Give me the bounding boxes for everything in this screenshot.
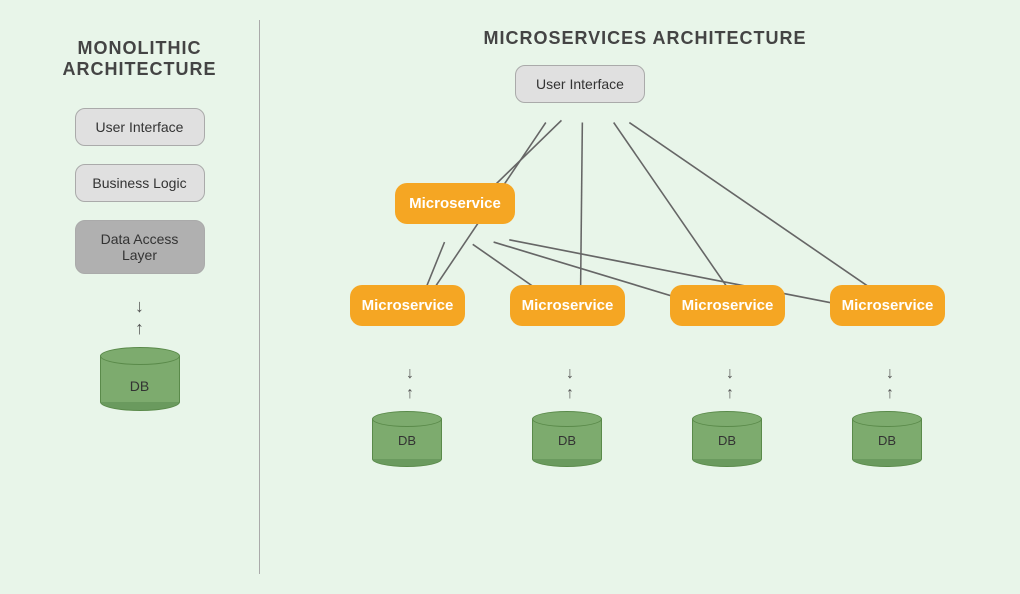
ms-ui-box: User Interface [515,65,645,103]
monolithic-title: MONOLITHIC ARCHITECTURE [63,38,217,80]
ms-db-1: DB [372,411,442,467]
right-panel: MICROSERVICES ARCHITECTURE [260,20,1000,574]
mono-ui-box: User Interface [75,108,205,146]
db-arrow-2: ↓ ↑ [550,363,590,404]
mono-dal-box: Data Access Layer [75,220,205,274]
db-arrow-4: ↓ ↑ [870,363,910,404]
ms-db-3: DB [692,411,762,467]
ms-bottom-4: Microservice [830,285,945,326]
ms-db-2: DB [532,411,602,467]
main-container: MONOLITHIC ARCHITECTURE User Interface B… [0,0,1020,594]
left-panel: MONOLITHIC ARCHITECTURE User Interface B… [20,20,260,574]
ms-top-box: Microservice [395,183,515,224]
mono-biz-box: Business Logic [75,164,205,202]
mono-db-top [100,347,180,365]
microservices-title: MICROSERVICES ARCHITECTURE [290,28,1000,49]
ms-db-4: DB [852,411,922,467]
ms-bottom-1: Microservice [350,285,465,326]
db-arrow-1: ↓ ↑ [390,363,430,404]
ms-bottom-2: Microservice [510,285,625,326]
mono-db-arrow: ↓ ↑ [135,296,144,339]
mono-db: DB [100,347,180,411]
ms-diagram: User Interface Microservice Microservice… [290,65,1000,574]
db-arrow-3: ↓ ↑ [710,363,750,404]
ms-bottom-3: Microservice [670,285,785,326]
